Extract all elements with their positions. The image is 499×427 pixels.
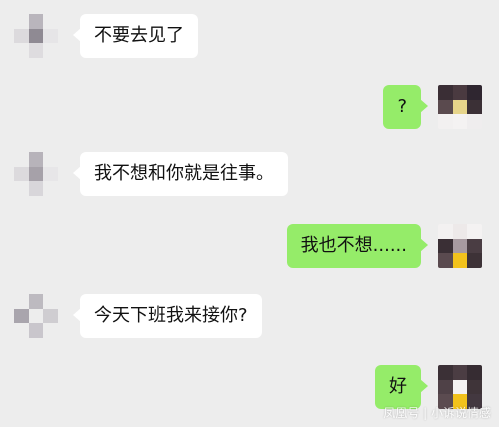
message-bubble[interactable]: 我不想和你就是往事。 (73, 152, 288, 196)
message-text: 我也不想...... (300, 235, 407, 256)
message-text: 我不想和你就是往事。 (94, 163, 274, 184)
message-bubble[interactable]: 今天下班我来接你? (73, 294, 262, 338)
message-bubble[interactable]: ? (383, 85, 428, 129)
user-avatar[interactable] (438, 365, 482, 409)
contact-avatar[interactable] (14, 152, 58, 196)
message-text: ? (397, 96, 407, 117)
message-bubble[interactable]: 好 (375, 365, 428, 409)
contact-avatar[interactable] (14, 294, 58, 338)
message-bubble[interactable]: 我也不想...... (286, 224, 429, 268)
watermark: 凤凰号 | 小诉说情感 (383, 406, 491, 420)
message-text: 好 (389, 376, 407, 397)
contact-avatar[interactable] (14, 14, 58, 58)
message-bubble[interactable]: 不要去见了 (73, 14, 198, 58)
user-avatar[interactable] (438, 224, 482, 268)
message-text: 不要去见了 (94, 25, 184, 46)
message-text: 今天下班我来接你? (94, 305, 248, 326)
user-avatar[interactable] (438, 85, 482, 129)
